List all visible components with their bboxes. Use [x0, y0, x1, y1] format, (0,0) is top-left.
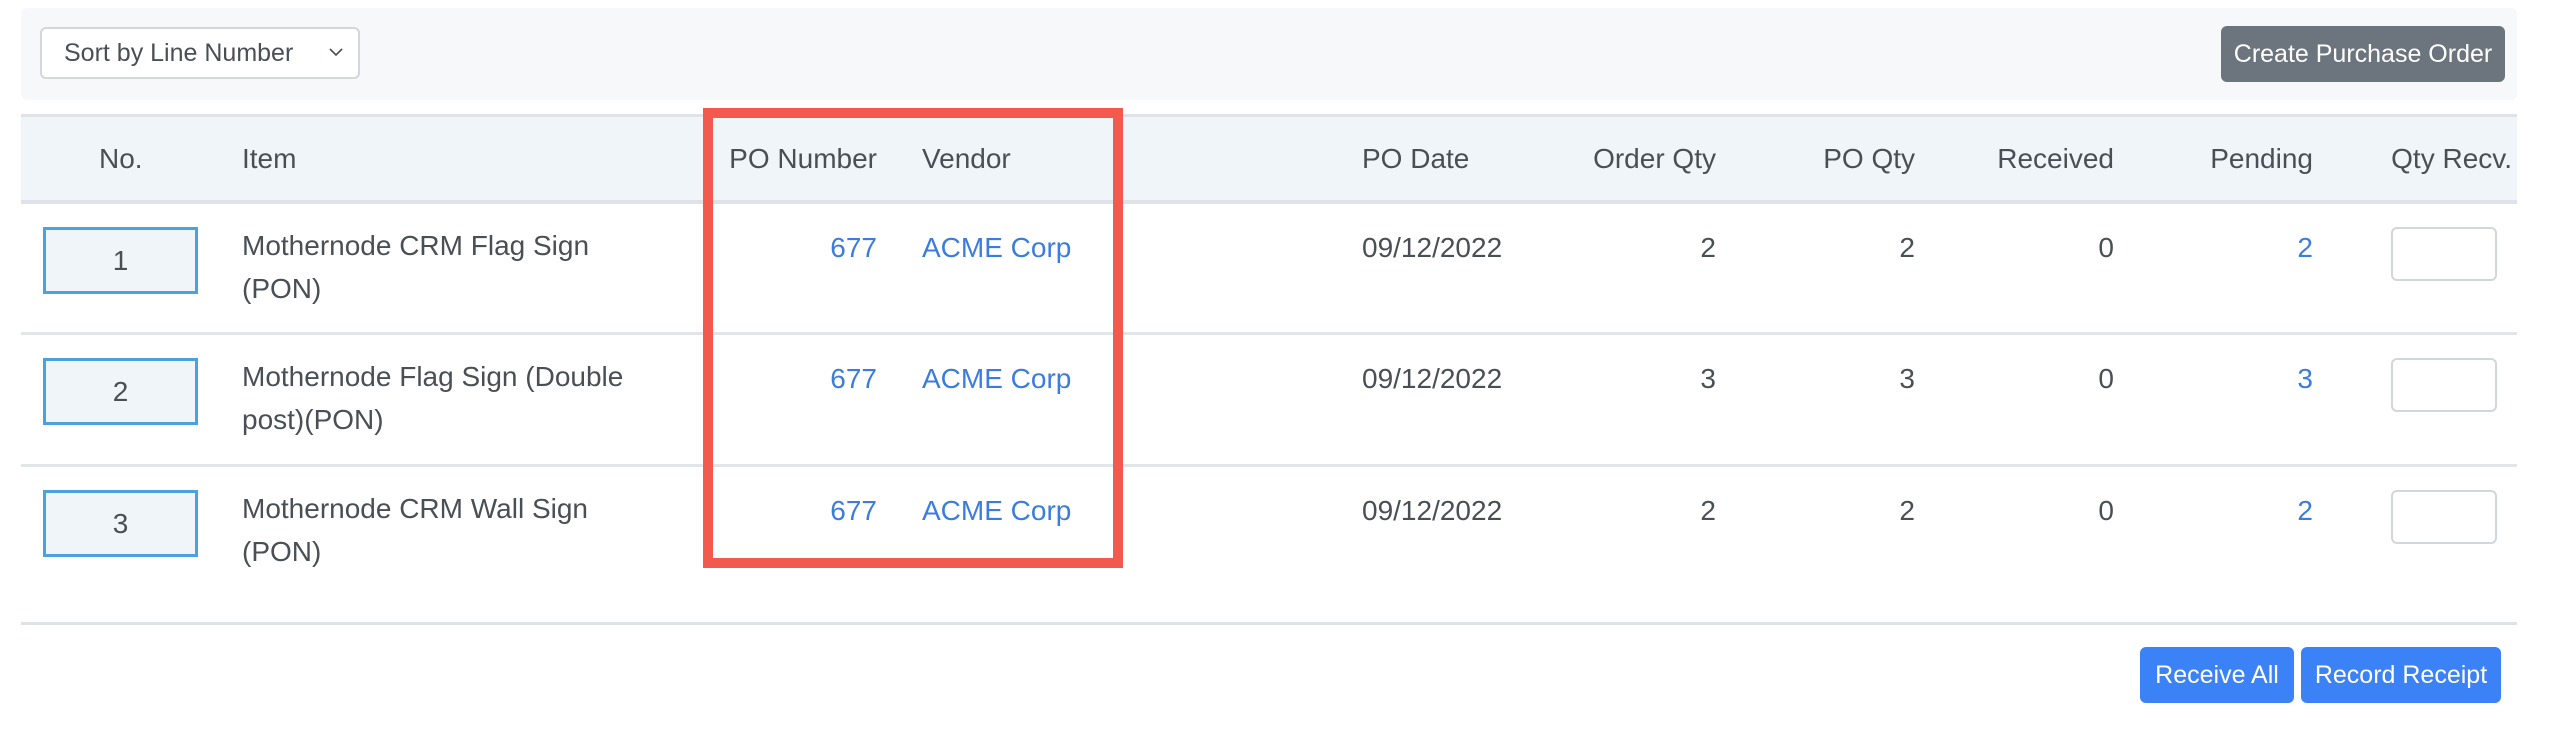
header-po-number: PO Number: [729, 143, 877, 174]
po-qty: 3: [1899, 363, 1915, 394]
po-number-link[interactable]: 677: [830, 495, 877, 527]
pending-qty-link[interactable]: 2: [2297, 495, 2313, 527]
header-po-date: PO Date: [1362, 143, 1470, 174]
sort-select[interactable]: Sort by Line Number: [40, 27, 360, 79]
header-pending: Pending: [2210, 143, 2313, 174]
header-no: No.: [99, 143, 143, 174]
table-row: 1 Mothernode CRM Flag Sign (PON) 677 ACM…: [21, 204, 2517, 335]
header-po-qty: PO Qty: [1823, 143, 1915, 174]
order-qty: 3: [1700, 363, 1716, 394]
vendor-link[interactable]: ACME Corp: [922, 363, 1071, 395]
header-item: Item: [242, 143, 297, 174]
order-qty: 2: [1700, 495, 1716, 526]
item-name: Mothernode CRM Wall Sign (PON): [242, 493, 588, 567]
vendor-link[interactable]: ACME Corp: [922, 495, 1071, 527]
po-date: 09/12/2022: [1362, 363, 1503, 394]
order-qty: 2: [1700, 232, 1716, 263]
qty-recv-input[interactable]: [2391, 358, 2497, 412]
po-number-link[interactable]: 677: [830, 363, 877, 395]
header-vendor: Vendor: [922, 143, 1011, 174]
header-order-qty: Order Qty: [1593, 143, 1716, 174]
received-qty: 0: [2098, 363, 2114, 394]
po-qty: 2: [1899, 495, 1915, 526]
toolbar: Sort by Line Number Create Purchase Orde…: [21, 8, 2517, 100]
item-name: Mothernode Flag Sign (Double post)(PON): [242, 361, 624, 435]
create-purchase-order-button[interactable]: Create Purchase Order: [2221, 26, 2505, 82]
line-number-box[interactable]: 2: [43, 358, 198, 425]
table-row: 3 Mothernode CRM Wall Sign (PON) 677 ACM…: [21, 467, 2517, 622]
received-qty: 0: [2098, 232, 2114, 263]
table-bottom-divider: [21, 622, 2517, 625]
po-number-link[interactable]: 677: [830, 232, 877, 264]
header-qty-recv: Qty Recv.: [2391, 143, 2512, 174]
po-date: 09/12/2022: [1362, 495, 1503, 526]
chevron-down-icon: [329, 48, 343, 57]
header-received: Received: [1997, 143, 2114, 174]
line-number-box[interactable]: 1: [43, 227, 198, 294]
po-qty: 2: [1899, 232, 1915, 263]
pending-qty-link[interactable]: 2: [2297, 232, 2313, 264]
vendor-link[interactable]: ACME Corp: [922, 232, 1071, 264]
table-row: 2 Mothernode Flag Sign (Double post)(PON…: [21, 335, 2517, 467]
pending-qty-link[interactable]: 3: [2297, 363, 2313, 395]
record-receipt-button[interactable]: Record Receipt: [2301, 647, 2501, 703]
receive-all-button[interactable]: Receive All: [2140, 647, 2294, 703]
sort-select-value: Sort by Line Number: [64, 39, 294, 67]
item-name: Mothernode CRM Flag Sign (PON): [242, 230, 590, 304]
qty-recv-input[interactable]: [2391, 227, 2497, 281]
received-qty: 0: [2098, 495, 2114, 526]
qty-recv-input[interactable]: [2391, 490, 2497, 544]
line-number-box[interactable]: 3: [43, 490, 198, 557]
po-date: 09/12/2022: [1362, 232, 1503, 263]
table-header: No. Item PO Number Vendor PO Date Order …: [21, 114, 2517, 204]
